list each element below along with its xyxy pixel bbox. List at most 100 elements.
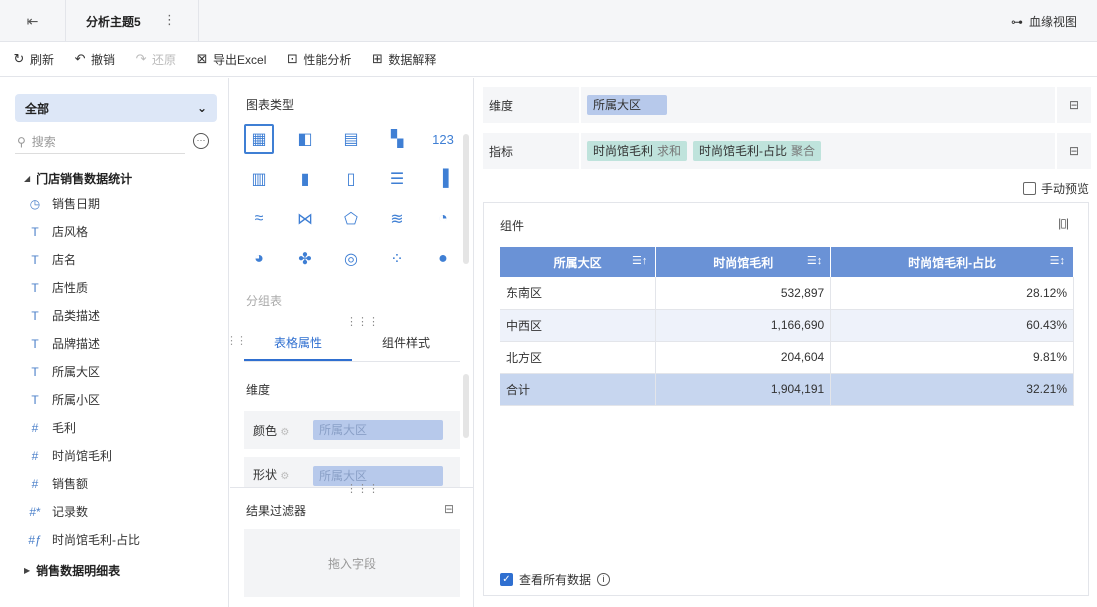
chart-type-name: 分组表 [246, 294, 283, 308]
table-cell: 1,904,191 [655, 373, 832, 406]
filter-drop-zone[interactable]: 拖入字段 [244, 529, 460, 597]
field-item[interactable]: T 所属大区 [28, 363, 100, 380]
lineage-icon: ⊶ [1010, 14, 1023, 29]
sort-icon[interactable]: ☰↕ [1050, 254, 1065, 267]
field-label: 销售额 [52, 477, 89, 491]
shelf-settings-icon[interactable]: ⊟ [1057, 98, 1091, 112]
undo-button[interactable]: ↶ 撤销 [73, 51, 115, 68]
detail-table-chart-icon[interactable]: ◧ [290, 124, 320, 154]
field-item[interactable]: ◷ 销售日期 [28, 195, 100, 212]
field-label: 时尚馆毛利-占比 [52, 533, 140, 547]
table-header-row: 所属大区 ☰↑ 时尚馆毛利 ☰↕ 时尚馆毛利-占比 ☰↕ [500, 247, 1074, 277]
table-cell: 204,604 [655, 341, 832, 374]
area-chart-icon[interactable]: ≋ [382, 204, 412, 234]
field-item[interactable]: T 品类描述 [28, 307, 100, 324]
header-label: 时尚馆毛利-占比 [908, 255, 997, 270]
measure-agg: 求和 [657, 144, 682, 158]
lineage-view-button[interactable]: ⊶ 血缘视图 [1011, 13, 1077, 30]
excel-icon: ⊠ [196, 51, 208, 66]
tree-group-label: 门店销售数据统计 [36, 172, 133, 186]
multi-line-chart-icon[interactable]: ⋈ [290, 204, 320, 234]
column-width-icon[interactable]: |▯| [1058, 216, 1069, 230]
property-scrollbar[interactable] [463, 374, 469, 438]
tab-table-properties[interactable]: 表格属性 [244, 326, 352, 361]
pie-chart-icon[interactable]: ◕ [244, 244, 274, 274]
measure-drop-area[interactable]: 时尚馆毛利 求和 时尚馆毛利-占比 聚合 [579, 133, 1057, 169]
color-field-chip[interactable]: 所属大区 [313, 420, 443, 440]
multi-bar-chart-icon[interactable]: ▐ [428, 164, 458, 194]
cross-table-chart-icon[interactable]: ▤ [336, 124, 366, 154]
search-input[interactable]: 搜索 [32, 133, 56, 150]
analysis-canvas: 维度 所属大区 ⊟ 指标 时尚馆毛利 求和 时尚馆毛利-占比 聚合 ⊟ 手动预览 组… [475, 78, 1097, 607]
tab-title[interactable]: 分析主题5 [86, 13, 141, 30]
shelf-settings-icon[interactable]: ⊟ [1057, 144, 1091, 158]
radar-chart-icon[interactable]: ⬠ [336, 204, 366, 234]
table-header-cell[interactable]: 时尚馆毛利 ☰↕ [655, 247, 832, 277]
sort-icon[interactable]: ☰↑ [632, 254, 647, 267]
package-select[interactable]: 全部 ⌄ [15, 94, 217, 122]
column-chart-icon[interactable]: ▯ [336, 164, 366, 194]
export-excel-button[interactable]: ⊠ 导出Excel [195, 51, 267, 68]
field-item[interactable]: T 品牌描述 [28, 335, 100, 352]
field-item[interactable]: T 所属小区 [28, 391, 100, 408]
redo-icon: ↷ [135, 51, 147, 66]
field-panel: 全部 ⌄ ⚲ 搜索 ··· ◢ 门店销售数据统计 ◷ 销售日期 T 店风格 T 店名 … [0, 78, 229, 607]
data-explain-button[interactable]: ⊞ 数据解释 [370, 51, 436, 68]
group-table-chart-icon[interactable]: ▦ [244, 124, 274, 154]
sort-icon[interactable]: ☰↕ [807, 254, 822, 267]
tree-group-sales-detail[interactable]: ▶ 销售数据明细表 [24, 562, 120, 579]
more-options-icon[interactable]: ··· [193, 133, 209, 149]
grouped-bar-chart-icon[interactable]: ▮ [290, 164, 320, 194]
manual-preview-checkbox[interactable] [1022, 182, 1036, 195]
line-chart-icon[interactable]: ≈ [244, 204, 274, 234]
field-item[interactable]: T 店性质 [28, 279, 88, 296]
number-chart-icon[interactable]: 123 [428, 124, 458, 154]
measure-chip[interactable]: 时尚馆毛利-占比 聚合 [693, 141, 822, 161]
tab-component-style[interactable]: 组件样式 [352, 326, 460, 361]
text-type-icon: T [31, 280, 39, 295]
view-all-label: 查看所有数据 [519, 573, 592, 587]
redo-button[interactable]: ↷ 还原 [134, 51, 176, 68]
donut-chart-icon[interactable]: ◎ [336, 244, 366, 274]
bubble-chart-icon[interactable]: ● [428, 244, 458, 274]
table-header-cell[interactable]: 时尚馆毛利-占比 ☰↕ [830, 247, 1074, 277]
measure-shelf-label: 指标 [489, 144, 514, 159]
manual-preview-toggle[interactable]: 手动预览 [1022, 180, 1089, 197]
table-header-cell[interactable]: 所属大区 ☰↑ [500, 247, 657, 277]
exit-button[interactable]: ⇤ [0, 0, 66, 42]
rose-chart-icon[interactable]: ✤ [290, 244, 320, 274]
gauge-chart-icon[interactable]: ◔ [428, 204, 458, 234]
field-item[interactable]: T 店名 [28, 251, 76, 268]
view-all-data-toggle[interactable]: ✓ 查看所有数据 i [500, 571, 611, 588]
tab-more-button[interactable]: ⋮ [163, 12, 176, 28]
measure-chip[interactable]: 时尚馆毛利 求和 [587, 141, 688, 161]
field-item[interactable]: #* 记录数 [28, 503, 88, 520]
refresh-button[interactable]: ↻ 刷新 [12, 51, 54, 68]
tree-group-store-sales[interactable]: ◢ 门店销售数据统计 [24, 170, 132, 187]
chart-type-scrollbar[interactable] [463, 134, 469, 264]
field-search[interactable]: ⚲ 搜索 [15, 130, 185, 154]
drag-handle-icon[interactable]: ⋮⋮⋮ [346, 482, 379, 495]
scatter-chart-icon[interactable]: ⁘ [382, 244, 412, 274]
table-cell: 60.43% [830, 309, 1074, 342]
info-icon[interactable]: i [597, 573, 611, 586]
dimension-drop-area[interactable]: 所属大区 [579, 87, 1057, 123]
field-item[interactable]: T 店风格 [28, 223, 88, 240]
field-item[interactable]: # 时尚馆毛利 [28, 447, 112, 464]
lineage-label: 血缘视图 [1028, 15, 1077, 29]
performance-icon: ⊡ [286, 51, 298, 66]
horizontal-bar-chart-icon[interactable]: ☰ [382, 164, 412, 194]
field-label: 店风格 [52, 225, 89, 239]
performance-button[interactable]: ⊡ 性能分析 [285, 51, 351, 68]
view-all-checkbox[interactable]: ✓ [500, 573, 513, 586]
calc-type-icon: #ƒ [28, 532, 42, 547]
field-label: 时尚馆毛利 [52, 449, 113, 463]
kpi-card-chart-icon[interactable]: ▚ [382, 124, 412, 154]
field-item[interactable]: # 毛利 [28, 419, 76, 436]
dimension-chip[interactable]: 所属大区 [587, 95, 667, 115]
field-item[interactable]: # 销售额 [28, 475, 88, 492]
stacked-bar-chart-icon[interactable]: ▥ [244, 164, 274, 194]
color-property-row[interactable]: 颜色 ⚙ 所属大区 [244, 411, 460, 449]
field-item[interactable]: #ƒ 时尚馆毛利-占比 [28, 531, 140, 548]
filter-settings-icon[interactable]: ⊟ [444, 502, 454, 516]
